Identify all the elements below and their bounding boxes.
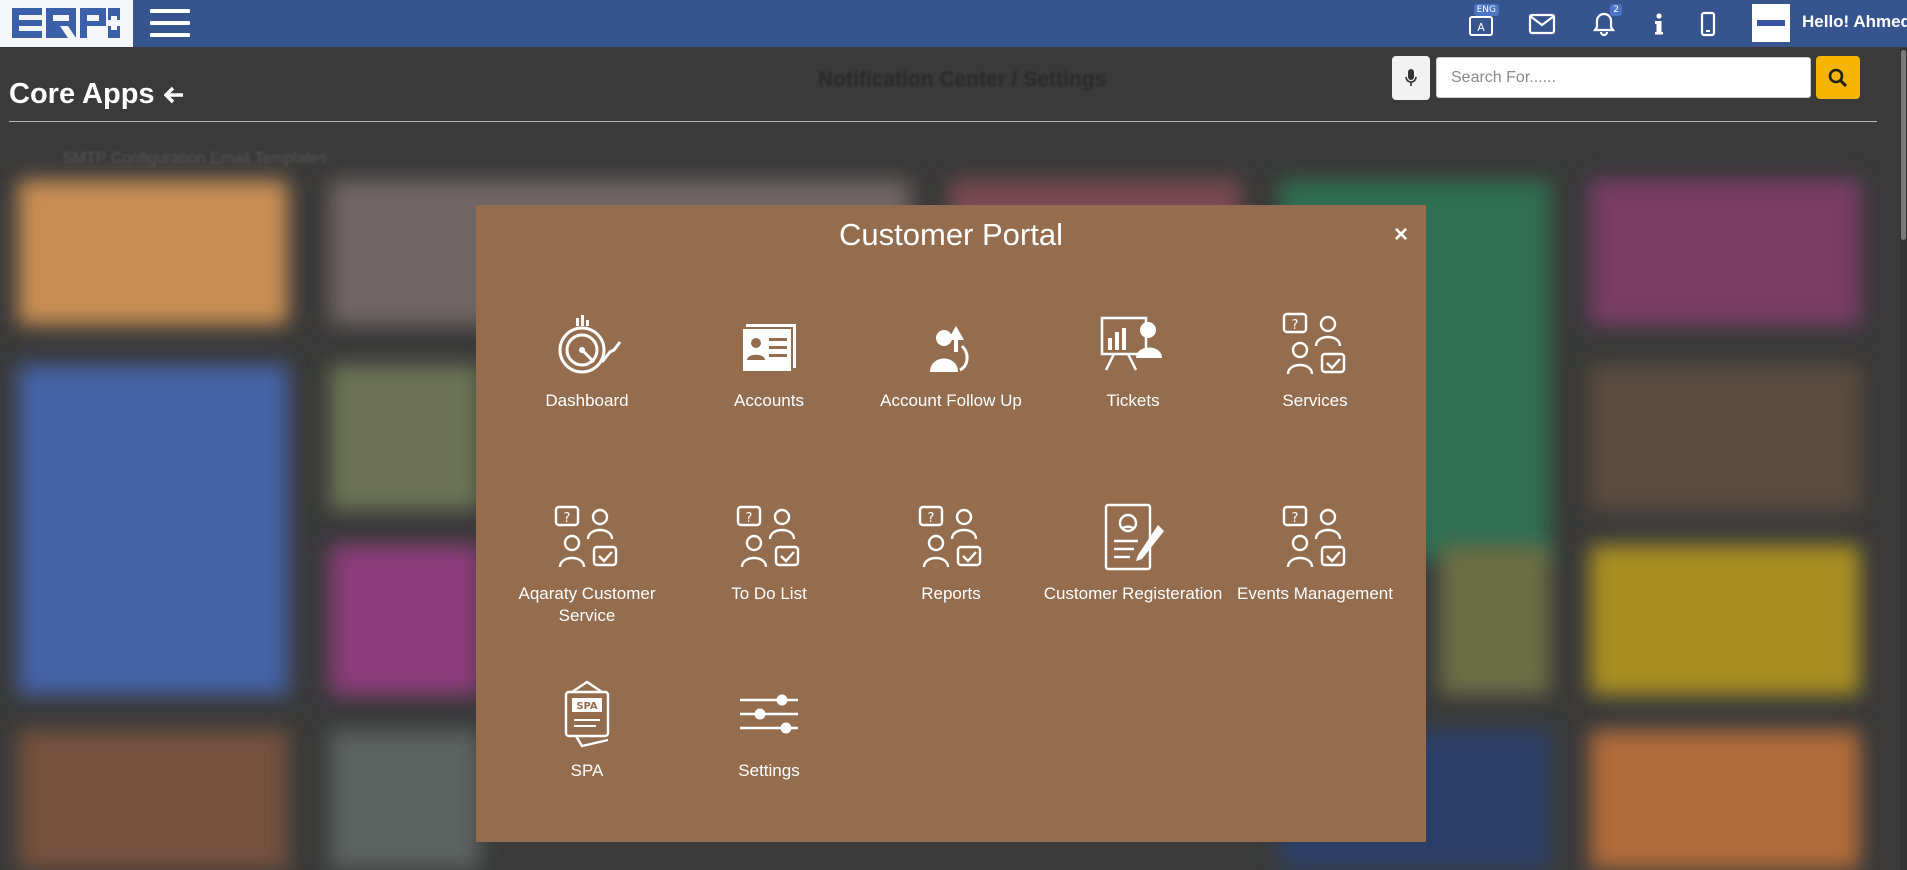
app-label: Customer Registeration (1043, 584, 1223, 603)
registration-icon (1104, 503, 1164, 571)
app-label: Aqaraty Customer Service (518, 584, 656, 625)
events-icon: ? (1282, 505, 1346, 568)
app-label: Account Follow Up (880, 391, 1022, 410)
top-navbar: A ENG 2 Hello! Ahmed (0, 0, 1907, 47)
menu-toggle-icon[interactable] (150, 6, 190, 40)
voice-search-button[interactable] (1392, 56, 1430, 100)
dashboard-icon (558, 315, 622, 374)
spa-badge-text: SPA (576, 701, 598, 712)
app-label: Services (1282, 391, 1348, 410)
erp-logo[interactable] (0, 0, 133, 47)
user-greeting[interactable]: Hello! Ahmed (1802, 12, 1907, 32)
svg-text:?: ? (746, 511, 753, 526)
title-divider (9, 121, 1877, 122)
app-label: Tickets (1106, 391, 1160, 410)
bg-tile (330, 730, 480, 870)
svg-text:A: A (1477, 21, 1485, 34)
app-label: Accounts (734, 391, 804, 410)
app-label: Settings (738, 761, 800, 780)
user-avatar[interactable] (1752, 4, 1790, 42)
svg-text:?: ? (1292, 318, 1299, 333)
close-icon[interactable]: × (1394, 223, 1408, 247)
search-icon (1828, 68, 1848, 87)
reports-icon: ? (918, 505, 982, 568)
notification-count-badge: 2 (1610, 4, 1622, 16)
language-badge: ENG (1473, 4, 1499, 16)
app-services[interactable]: ? Services (1224, 310, 1406, 412)
page-title: Core Apps (9, 78, 155, 110)
bg-tile (18, 365, 288, 695)
mail-icon[interactable] (1526, 8, 1558, 40)
section-heading: Notification Center / Settings (818, 68, 1107, 91)
search-input[interactable] (1436, 57, 1811, 98)
app-customer-registeration[interactable]: Customer Registeration (1042, 503, 1224, 605)
app-to-do-list[interactable]: ? To Do List (678, 503, 860, 605)
customer-portal-modal: Customer Portal × Dashboard Accounts Acc… (476, 205, 1426, 842)
bg-tile (1590, 180, 1860, 325)
app-aqaraty-customer-service[interactable]: ? Aqaraty Customer Service (496, 503, 678, 627)
notifications-bell-icon[interactable]: 2 (1588, 4, 1622, 40)
microphone-icon (1405, 69, 1417, 86)
app-settings[interactable]: Settings (678, 680, 860, 782)
background-breadcrumb: SMTP Configuration Email Templates (62, 150, 328, 167)
app-accounts[interactable]: Accounts (678, 310, 860, 412)
info-icon[interactable] (1643, 8, 1675, 40)
svg-text:?: ? (564, 511, 571, 526)
spa-icon: SPA (564, 680, 610, 748)
svg-text:?: ? (928, 511, 935, 526)
bg-tile (1590, 365, 1860, 510)
customer-service-icon: ? (554, 505, 618, 568)
bg-tile (1440, 545, 1550, 695)
scrollbar-thumb[interactable] (1901, 50, 1906, 240)
mobile-icon[interactable] (1692, 8, 1724, 40)
bg-tile (1590, 545, 1860, 695)
search-button[interactable] (1816, 56, 1860, 99)
app-label: To Do List (731, 584, 807, 603)
app-label: Dashboard (545, 391, 629, 410)
bg-tile (330, 365, 480, 510)
tickets-icon (1100, 316, 1162, 371)
modal-title: Customer Portal (839, 217, 1063, 252)
svg-text:?: ? (1292, 511, 1299, 526)
follow-up-icon (930, 326, 969, 372)
bg-tile (18, 180, 288, 325)
bg-tile (330, 545, 480, 695)
bg-tile (18, 730, 288, 870)
services-icon: ? (1282, 312, 1346, 375)
accounts-icon (741, 324, 796, 373)
bg-tile (1590, 730, 1860, 870)
app-label: Reports (921, 584, 981, 603)
app-account-follow-up[interactable]: Account Follow Up (860, 310, 1042, 412)
app-spa[interactable]: SPA SPA (496, 680, 678, 782)
language-icon[interactable]: A ENG (1465, 4, 1499, 40)
back-arrow-icon[interactable] (163, 86, 184, 109)
settings-icon (740, 694, 798, 734)
app-label: Events Management (1237, 584, 1393, 603)
todo-icon: ? (736, 505, 800, 568)
app-label: SPA (570, 761, 604, 780)
app-dashboard[interactable]: Dashboard (496, 310, 678, 412)
app-events-management[interactable]: ? Events Management (1224, 503, 1406, 605)
app-reports[interactable]: ? Reports (860, 503, 1042, 605)
app-tickets[interactable]: Tickets (1042, 310, 1224, 412)
